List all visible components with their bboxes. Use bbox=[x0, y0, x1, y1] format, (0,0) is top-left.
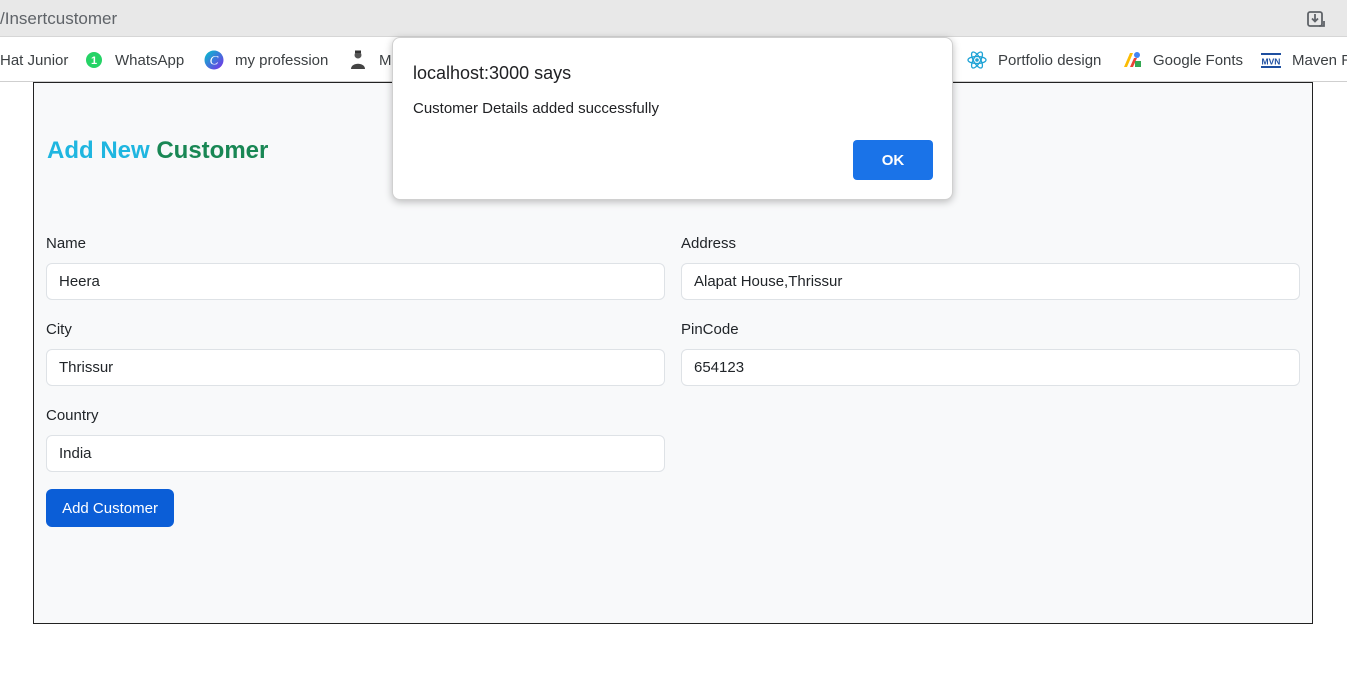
bookmark-whatsapp[interactable]: 1 WhatsApp bbox=[84, 50, 184, 70]
pincode-input[interactable] bbox=[681, 349, 1300, 386]
dialog-title: localhost:3000 says bbox=[413, 63, 572, 83]
whatsapp-icon: 1 bbox=[84, 50, 104, 70]
bookmark-maven[interactable]: MVN Maven R bbox=[1261, 50, 1347, 70]
dialog-message: Customer Details added successfully bbox=[413, 100, 659, 117]
bookmark-label: my profession bbox=[235, 51, 329, 69]
pincode-label: PinCode bbox=[681, 321, 739, 338]
bookmark-portfolio-design[interactable]: Portfolio design bbox=[967, 50, 1101, 70]
svg-text:1: 1 bbox=[91, 55, 97, 67]
ok-button[interactable]: OK bbox=[853, 140, 933, 180]
bookmark-label: Portfolio design bbox=[998, 51, 1102, 69]
bookmark-label: WhatsApp bbox=[115, 51, 185, 69]
bookmark-label: Hat Junior bbox=[0, 51, 69, 69]
page-title: Add New Customer bbox=[47, 137, 268, 165]
svg-text:C: C bbox=[210, 53, 219, 68]
bookmark-label: Maven R bbox=[1292, 51, 1347, 69]
city-input[interactable] bbox=[46, 349, 665, 386]
bookmark-label: Google Fonts bbox=[1153, 51, 1244, 69]
bookmark-my-profession[interactable]: C my profession bbox=[204, 50, 328, 70]
name-label: Name bbox=[46, 235, 87, 252]
city-label: City bbox=[46, 321, 72, 338]
name-input[interactable] bbox=[46, 263, 665, 300]
add-customer-button[interactable]: Add Customer bbox=[46, 489, 174, 527]
user-icon bbox=[348, 50, 368, 70]
react-icon bbox=[967, 50, 987, 70]
bookmark-google-fonts[interactable]: Google Fonts bbox=[1122, 50, 1243, 70]
download-icon[interactable] bbox=[1306, 9, 1326, 29]
title-part-customer: Customer bbox=[156, 137, 269, 164]
country-label: Country bbox=[46, 407, 99, 424]
bookmark-hat-junior[interactable]: Hat Junior bbox=[0, 50, 68, 70]
url-text[interactable]: /Insertcustomer bbox=[0, 9, 117, 29]
address-label: Address bbox=[681, 235, 737, 252]
svg-text:MVN: MVN bbox=[1262, 57, 1281, 67]
maven-icon: MVN bbox=[1261, 50, 1281, 70]
alert-dialog: localhost:3000 says Customer Details add… bbox=[392, 37, 953, 200]
canva-icon: C bbox=[204, 50, 224, 70]
google-fonts-icon bbox=[1122, 50, 1142, 70]
country-input[interactable] bbox=[46, 435, 665, 472]
address-bar[interactable]: /Insertcustomer bbox=[0, 0, 1347, 37]
address-input[interactable] bbox=[681, 263, 1300, 300]
title-part-add-new: Add New bbox=[47, 137, 150, 164]
